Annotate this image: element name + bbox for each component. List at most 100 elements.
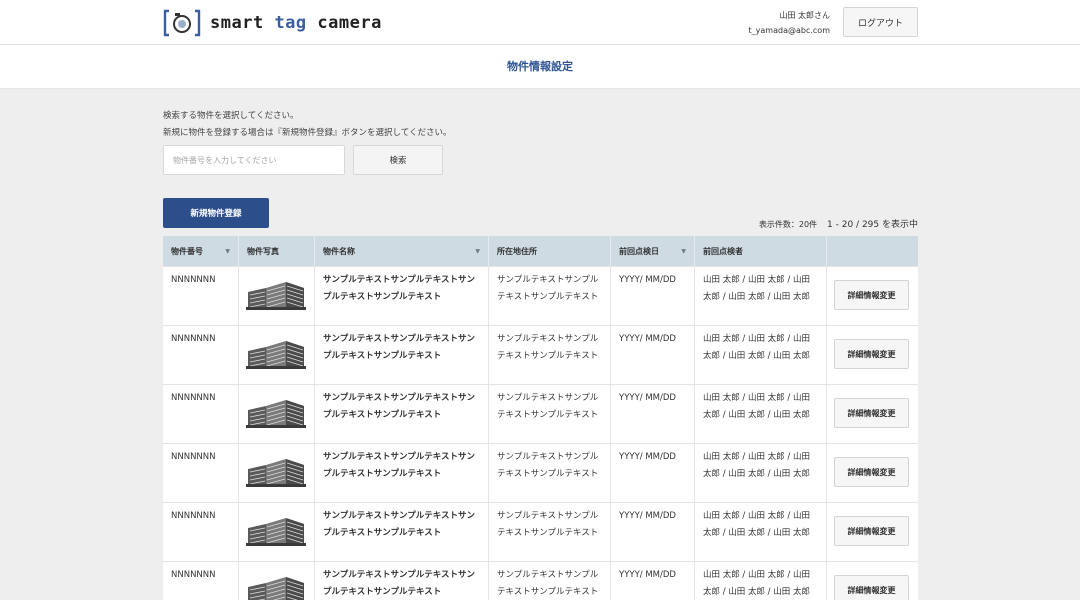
- page-title: 物件情報設定: [507, 60, 573, 73]
- user-email: t_yamada@abc.com: [748, 26, 830, 35]
- building-photo: [246, 335, 306, 369]
- last-inspector: 山田 太郎 / 山田 太郎 / 山田 太郎 / 山田 太郎 / 山田 太郎: [695, 444, 827, 502]
- table-header: 物件番号 ▼ 物件写真 物件名称 ▼ 所在地住所 前回点検日 ▼ 前回点検者: [163, 236, 918, 266]
- property-number: NNNNNNN: [163, 562, 239, 600]
- table-row: NNNNNNN サンプルテキストサンプルテキストサンプルテキストサンプルテキスト…: [163, 384, 918, 443]
- last-inspection-date: YYYY/ MM/DD: [611, 503, 695, 561]
- search-button[interactable]: 検索: [353, 145, 443, 175]
- edit-details-button[interactable]: 詳細情報変更: [834, 575, 909, 600]
- logo-word-tag: tag: [274, 13, 307, 33]
- edit-details-button[interactable]: 詳細情報変更: [834, 398, 909, 428]
- edit-details-button[interactable]: 詳細情報変更: [834, 339, 909, 369]
- building-photo: [246, 276, 306, 310]
- building-photo: [246, 394, 306, 428]
- result-count: 表示件数：20件 1 - 20 / 295 を表示中: [759, 217, 918, 230]
- last-inspector: 山田 太郎 / 山田 太郎 / 山田 太郎 / 山田 太郎 / 山田 太郎: [695, 503, 827, 561]
- sort-arrow-icon: ▼: [681, 247, 686, 255]
- last-inspection-date: YYYY/ MM/DD: [611, 562, 695, 600]
- action-cell: 詳細情報変更: [827, 267, 918, 325]
- action-cell: 詳細情報変更: [827, 503, 918, 561]
- property-number: NNNNNNN: [163, 503, 239, 561]
- page-size-label: 表示件数：20件: [758, 220, 818, 229]
- table-row: NNNNNNN サンプルテキストサンプルテキストサンプルテキストサンプルテキスト…: [163, 325, 918, 384]
- table-row: NNNNNNN サンプルテキストサンプルテキストサンプルテキストサンプルテキスト…: [163, 561, 918, 600]
- last-inspector: 山田 太郎 / 山田 太郎 / 山田 太郎 / 山田 太郎 / 山田 太郎: [695, 562, 827, 600]
- column-header-property-number[interactable]: 物件番号 ▼: [163, 236, 239, 266]
- app-logo[interactable]: smart tag camera: [163, 9, 382, 37]
- column-header-photo: 物件写真: [239, 236, 315, 266]
- column-header-property-name[interactable]: 物件名称 ▼: [315, 236, 489, 266]
- last-inspector: 山田 太郎 / 山田 太郎 / 山田 太郎 / 山田 太郎 / 山田 太郎: [695, 385, 827, 443]
- logo-word-camera: camera: [317, 13, 382, 33]
- table-row: NNNNNNN サンプルテキストサンプルテキストサンプルテキストサンプルテキスト…: [163, 502, 918, 561]
- instructions: 検索する物件を選択してください。 新規に物件を登録する場合は『新規物件登録』ボタ…: [163, 108, 452, 142]
- header-label: 物件写真: [247, 246, 279, 256]
- last-inspector: 山田 太郎 / 山田 太郎 / 山田 太郎 / 山田 太郎 / 山田 太郎: [695, 267, 827, 325]
- last-inspection-date: YYYY/ MM/DD: [611, 385, 695, 443]
- property-number: NNNNNNN: [163, 444, 239, 502]
- action-cell: 詳細情報変更: [827, 385, 918, 443]
- property-photo-cell: [239, 503, 315, 561]
- title-bar: 物件情報設定: [0, 45, 1080, 89]
- header-label: 物件番号: [171, 246, 203, 256]
- top-bar: smart tag camera 山田 太郎さん t_yamada@abc.co…: [0, 0, 1080, 45]
- sort-arrow-icon: ▼: [475, 247, 480, 255]
- property-photo-cell: [239, 326, 315, 384]
- column-header-address: 所在地住所: [489, 236, 611, 266]
- property-number: NNNNNNN: [163, 385, 239, 443]
- property-photo-cell: [239, 562, 315, 600]
- header-label: 物件名称: [323, 246, 355, 256]
- property-address: サンプルテキストサンプルテキストサンプルテキスト: [489, 385, 611, 443]
- property-photo-cell: [239, 444, 315, 502]
- header-label: 前回点検日: [619, 246, 659, 256]
- property-address: サンプルテキストサンプルテキストサンプルテキスト: [489, 503, 611, 561]
- last-inspection-date: YYYY/ MM/DD: [611, 267, 695, 325]
- action-cell: 詳細情報変更: [827, 444, 918, 502]
- header-label: 前回点検者: [703, 246, 743, 256]
- table-row: NNNNNNN サンプルテキストサンプルテキストサンプルテキストサンプルテキスト…: [163, 443, 918, 502]
- edit-details-button[interactable]: 詳細情報変更: [834, 457, 909, 487]
- property-name: サンプルテキストサンプルテキストサンプルテキストサンプルテキスト: [315, 326, 489, 384]
- camera-icon: [163, 9, 201, 37]
- column-header-last-inspection-date[interactable]: 前回点検日 ▼: [611, 236, 695, 266]
- last-inspection-date: YYYY/ MM/DD: [611, 326, 695, 384]
- column-header-last-inspector: 前回点検者: [695, 236, 827, 266]
- table-body: NNNNNNN サンプルテキストサンプルテキストサンプルテキストサンプルテキスト…: [163, 266, 918, 600]
- user-name: 山田 太郎さん: [779, 11, 830, 20]
- action-cell: 詳細情報変更: [827, 562, 918, 600]
- edit-details-button[interactable]: 詳細情報変更: [834, 280, 909, 310]
- property-photo-cell: [239, 267, 315, 325]
- property-name: サンプルテキストサンプルテキストサンプルテキストサンプルテキスト: [315, 562, 489, 600]
- property-name: サンプルテキストサンプルテキストサンプルテキストサンプルテキスト: [315, 385, 489, 443]
- property-number: NNNNNNN: [163, 267, 239, 325]
- result-range: 1 - 20 / 295 を表示中: [827, 220, 918, 230]
- new-property-button[interactable]: 新規物件登録: [163, 198, 269, 228]
- building-photo: [246, 571, 306, 600]
- sort-arrow-icon: ▼: [225, 247, 230, 255]
- property-address: サンプルテキストサンプルテキストサンプルテキスト: [489, 444, 611, 502]
- column-header-actions: [827, 236, 918, 266]
- user-info: 山田 太郎さん t_yamada@abc.com: [749, 8, 830, 38]
- property-name: サンプルテキストサンプルテキストサンプルテキストサンプルテキスト: [315, 444, 489, 502]
- logo-word-smart: smart: [210, 13, 264, 33]
- property-table: 物件番号 ▼ 物件写真 物件名称 ▼ 所在地住所 前回点検日 ▼ 前回点検者 NNNN…: [163, 236, 918, 600]
- building-photo: [246, 453, 306, 487]
- edit-details-button[interactable]: 詳細情報変更: [834, 516, 909, 546]
- instruction-line-2: 新規に物件を登録する場合は『新規物件登録』ボタンを選択してください。: [163, 128, 452, 138]
- property-name: サンプルテキストサンプルテキストサンプルテキストサンプルテキスト: [315, 503, 489, 561]
- last-inspection-date: YYYY/ MM/DD: [611, 444, 695, 502]
- property-photo-cell: [239, 385, 315, 443]
- property-number: NNNNNNN: [163, 326, 239, 384]
- logout-button[interactable]: ログアウト: [843, 7, 918, 37]
- property-address: サンプルテキストサンプルテキストサンプルテキスト: [489, 267, 611, 325]
- building-photo: [246, 512, 306, 546]
- logo-text: smart tag camera: [210, 13, 382, 33]
- table-row: NNNNNNN サンプルテキストサンプルテキストサンプルテキストサンプルテキスト…: [163, 266, 918, 325]
- property-name: サンプルテキストサンプルテキストサンプルテキストサンプルテキスト: [315, 267, 489, 325]
- property-address: サンプルテキストサンプルテキストサンプルテキスト: [489, 562, 611, 600]
- property-number-search-input[interactable]: [163, 145, 345, 175]
- property-address: サンプルテキストサンプルテキストサンプルテキスト: [489, 326, 611, 384]
- last-inspector: 山田 太郎 / 山田 太郎 / 山田 太郎 / 山田 太郎 / 山田 太郎: [695, 326, 827, 384]
- instruction-line-1: 検索する物件を選択してください。: [163, 111, 299, 121]
- action-cell: 詳細情報変更: [827, 326, 918, 384]
